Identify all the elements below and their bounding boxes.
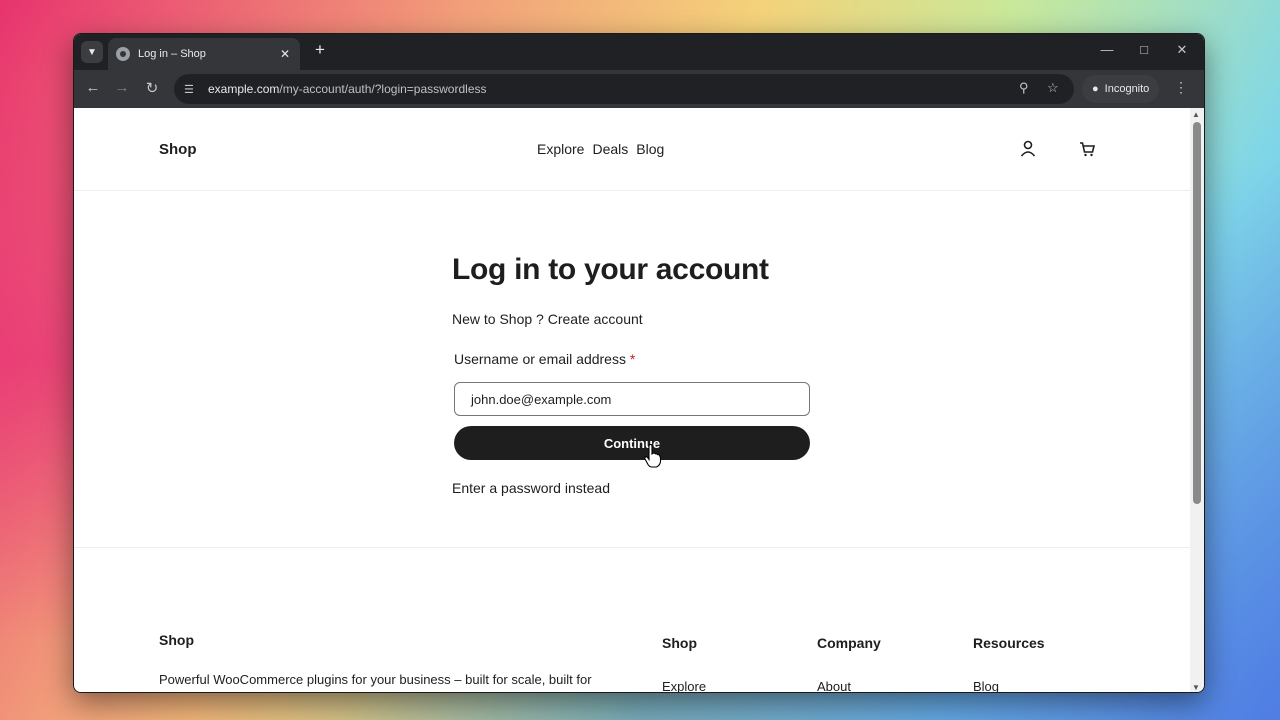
site-logo[interactable]: Shop: [159, 141, 197, 158]
footer-link-blog[interactable]: Blog: [973, 679, 1045, 692]
tab-search-icon[interactable]: ▼: [81, 41, 103, 63]
forward-icon[interactable]: →: [112, 79, 132, 96]
site-header: Shop Explore Deals Blog: [74, 108, 1190, 191]
close-icon[interactable]: ✕: [278, 47, 292, 61]
password-instead-link[interactable]: Enter a password instead: [452, 480, 812, 496]
footer-link-about[interactable]: About: [817, 679, 881, 692]
incognito-icon: ●: [1092, 83, 1099, 95]
url-host: example.com: [208, 82, 280, 96]
footer-col-title: Shop: [662, 635, 697, 651]
tab-title: Log in – Shop: [138, 48, 206, 60]
plus-icon[interactable]: +: [310, 40, 330, 60]
reload-icon[interactable]: ↻: [142, 79, 162, 97]
page-title: Log in to your account: [452, 253, 769, 286]
nav-blog[interactable]: Blog: [636, 141, 664, 157]
maximize-icon[interactable]: □: [1134, 42, 1154, 57]
footer-col-company: Company About: [817, 635, 881, 692]
star-icon[interactable]: ☆: [1047, 80, 1059, 96]
url-path: /my-account/auth/?login=passwordless: [279, 82, 487, 96]
close-window-icon[interactable]: ✕: [1172, 42, 1192, 58]
footer-col-resources: Resources Blog: [973, 635, 1045, 692]
nav-deals[interactable]: Deals: [592, 141, 628, 157]
pointer-cursor-icon: [644, 444, 662, 468]
address-bar[interactable]: ☰ example.com/my-account/auth/?login=pas…: [174, 74, 1074, 104]
login-form: Log in to your account New to Shop ? Cre…: [452, 253, 812, 496]
footer-col-title: Resources: [973, 635, 1045, 651]
tab-active[interactable]: Log in – Shop ✕: [108, 38, 300, 70]
footer-col-title: Company: [817, 635, 881, 651]
site-info-icon[interactable]: ☰: [184, 83, 202, 96]
globe-icon: [116, 47, 130, 61]
zoom-icon[interactable]: ⚲: [1019, 80, 1029, 96]
site-footer: Shop Powerful WooCommerce plugins for yo…: [74, 547, 1190, 692]
main-nav: Explore Deals Blog: [537, 141, 664, 157]
scroll-down-icon[interactable]: ▼: [1192, 683, 1200, 692]
page-scrollbar[interactable]: ▲ ▼: [1190, 108, 1204, 692]
email-field[interactable]: john.doe@example.com: [454, 382, 810, 416]
email-label-text: Username or email address: [454, 351, 626, 367]
url-text: example.com/my-account/auth/?login=passw…: [208, 82, 487, 96]
back-icon[interactable]: ←: [83, 79, 103, 96]
browser-window: ▼ Log in – Shop ✕ + — □ ✕ ← → ↻ ☰ exampl…: [73, 33, 1205, 693]
create-account-link[interactable]: New to Shop ? Create account: [452, 311, 812, 327]
incognito-badge[interactable]: ● Incognito: [1082, 75, 1160, 103]
footer-link-explore[interactable]: Explore: [662, 679, 706, 692]
browser-toolbar: ← → ↻ ☰ example.com/my-account/auth/?log…: [74, 70, 1204, 108]
more-icon[interactable]: ⋮: [1174, 79, 1188, 96]
footer-logo[interactable]: Shop: [159, 632, 194, 648]
continue-button[interactable]: Continue: [454, 426, 810, 468]
page-viewport: Shop Explore Deals Blog Log in to your a…: [74, 108, 1190, 692]
minimize-icon[interactable]: —: [1097, 42, 1117, 57]
required-mark: *: [629, 351, 636, 367]
footer-col-shop: Shop Explore: [662, 635, 706, 692]
incognito-label: Incognito: [1104, 83, 1150, 95]
tab-strip: ▼ Log in – Shop ✕ + — □ ✕: [74, 34, 1204, 70]
scroll-thumb[interactable]: [1193, 122, 1201, 504]
cart-icon[interactable]: [1076, 138, 1098, 160]
scroll-up-icon[interactable]: ▲: [1192, 110, 1200, 119]
account-icon[interactable]: [1017, 138, 1039, 160]
footer-description: Powerful WooCommerce plugins for your bu…: [159, 672, 592, 687]
nav-explore[interactable]: Explore: [537, 141, 584, 157]
email-label: Username or email address *: [454, 351, 812, 367]
